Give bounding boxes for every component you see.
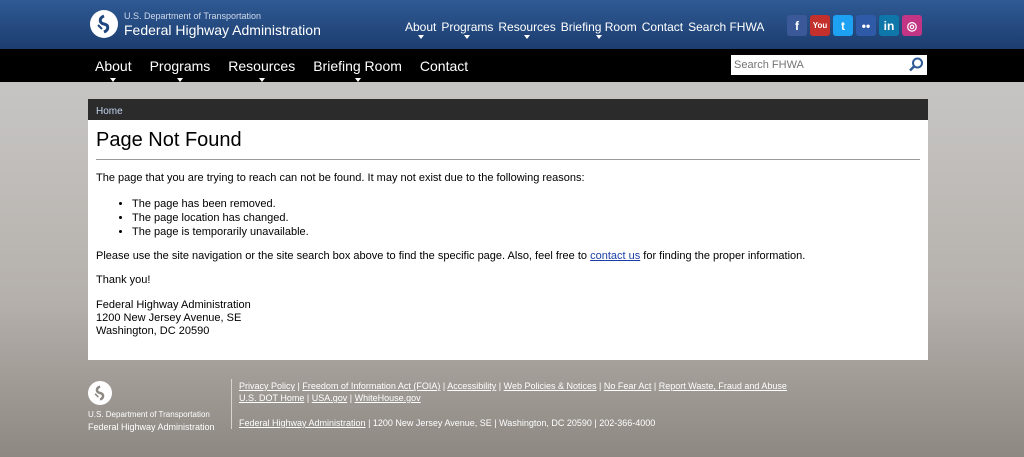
intro-text: The page that you are trying to reach ca… <box>96 172 585 184</box>
instagram-icon[interactable]: ◎ <box>902 15 922 36</box>
youtube-icon[interactable]: You <box>810 15 830 36</box>
mainnav-resources[interactable]: Resources <box>228 58 295 82</box>
linkedin-icon[interactable]: in <box>879 15 899 36</box>
list-item: The page has been removed. <box>132 197 920 211</box>
mainnav-contact[interactable]: Contact <box>420 58 468 74</box>
footer-agency-link[interactable]: Federal Highway Administration <box>239 418 366 428</box>
advice-after: for finding the proper information. <box>640 250 806 262</box>
address-line: Federal Highway Administration <box>96 299 251 311</box>
advice-before: Please use the site navigation or the si… <box>96 250 591 262</box>
contact-us-link[interactable]: contact us <box>590 250 640 262</box>
footer-link-dot-home[interactable]: U.S. DOT Home <box>239 393 304 403</box>
footer-dept-text: U.S. Department of Transportation <box>88 410 210 419</box>
mainnav-briefing-room[interactable]: Briefing Room <box>313 58 402 82</box>
social-links: f You t •• in ◎ <box>787 15 922 36</box>
breadcrumb: Home <box>88 99 928 120</box>
topnav-programs[interactable]: Programs <box>441 20 493 39</box>
flickr-icon[interactable]: •• <box>856 15 876 36</box>
content-panel: Home Page Not Found The page that you ar… <box>88 99 928 360</box>
dot-logo-icon <box>90 10 118 38</box>
footer-link-accessibility[interactable]: Accessibility <box>447 381 496 391</box>
search-input[interactable] <box>731 59 901 71</box>
address-block: Federal Highway Administration 1200 New … <box>96 299 920 338</box>
search-box <box>731 55 927 75</box>
breadcrumb-home[interactable]: Home <box>96 106 123 117</box>
topnav-search-fhwa[interactable]: Search FHWA <box>688 20 764 34</box>
footer-link-privacy[interactable]: Privacy Policy <box>239 381 295 391</box>
footer-agency-text: Federal Highway Administration <box>88 422 215 432</box>
list-item: The page is temporarily unavailable. <box>132 225 920 239</box>
facebook-icon[interactable]: f <box>787 15 807 36</box>
fhwa-logo[interactable]: U.S. Department of Transportation Federa… <box>90 10 321 38</box>
thanks-text: Thank you! <box>96 274 151 286</box>
footer-link-no-fear-act[interactable]: No Fear Act <box>604 381 652 391</box>
search-button[interactable] <box>907 56 925 74</box>
main-nav: About Programs Resources Briefing Room C… <box>0 49 1024 82</box>
magnifier-icon <box>909 57 923 72</box>
topnav-contact[interactable]: Contact <box>642 20 683 34</box>
footer-link-report-waste[interactable]: Report Waste, Fraud and Abuse <box>659 381 787 391</box>
mainnav-programs[interactable]: Programs <box>150 58 210 82</box>
address-line: 1200 New Jersey Avenue, SE <box>96 312 242 324</box>
list-item: The page location has changed. <box>132 211 920 225</box>
dot-logo-icon <box>88 381 112 405</box>
footer-links-row: U.S. DOT Home | USA.gov | WhiteHouse.gov <box>239 393 421 403</box>
logo-dept-text: U.S. Department of Transportation <box>124 10 262 21</box>
page-title: Page Not Found <box>96 128 920 160</box>
footer-link-web-policies[interactable]: Web Policies & Notices <box>504 381 597 391</box>
footer-link-usa-gov[interactable]: USA.gov <box>312 393 348 403</box>
advice-text: Please use the site navigation or the si… <box>96 250 920 263</box>
address-line: Washington, DC 20590 <box>96 325 210 337</box>
footer-links-row: Privacy Policy | Freedom of Information … <box>239 381 787 391</box>
site-header: U.S. Department of Transportation Federa… <box>0 0 1024 49</box>
footer-links: Privacy Policy | Freedom of Information … <box>239 380 859 404</box>
footer-divider <box>231 379 232 429</box>
utility-nav: About Programs Resources Briefing Room C… <box>405 20 764 39</box>
footer-logo[interactable]: U.S. Department of Transportation Federa… <box>88 381 215 432</box>
footer-link-foia[interactable]: Freedom of Information Act (FOIA) <box>302 381 440 391</box>
footer-link-whitehouse[interactable]: WhiteHouse.gov <box>355 393 421 403</box>
reasons-list: The page has been removed. The page loca… <box>132 197 920 239</box>
topnav-briefing-room[interactable]: Briefing Room <box>561 20 637 39</box>
footer-address: Federal Highway Administration | 1200 Ne… <box>239 418 655 428</box>
footer-address-text: | 1200 New Jersey Avenue, SE | Washingto… <box>365 418 656 428</box>
topnav-resources[interactable]: Resources <box>498 20 556 39</box>
logo-agency-text: Federal Highway Administration <box>124 21 321 38</box>
topnav-about[interactable]: About <box>405 20 436 39</box>
twitter-icon[interactable]: t <box>833 15 853 36</box>
mainnav-about[interactable]: About <box>95 58 132 82</box>
